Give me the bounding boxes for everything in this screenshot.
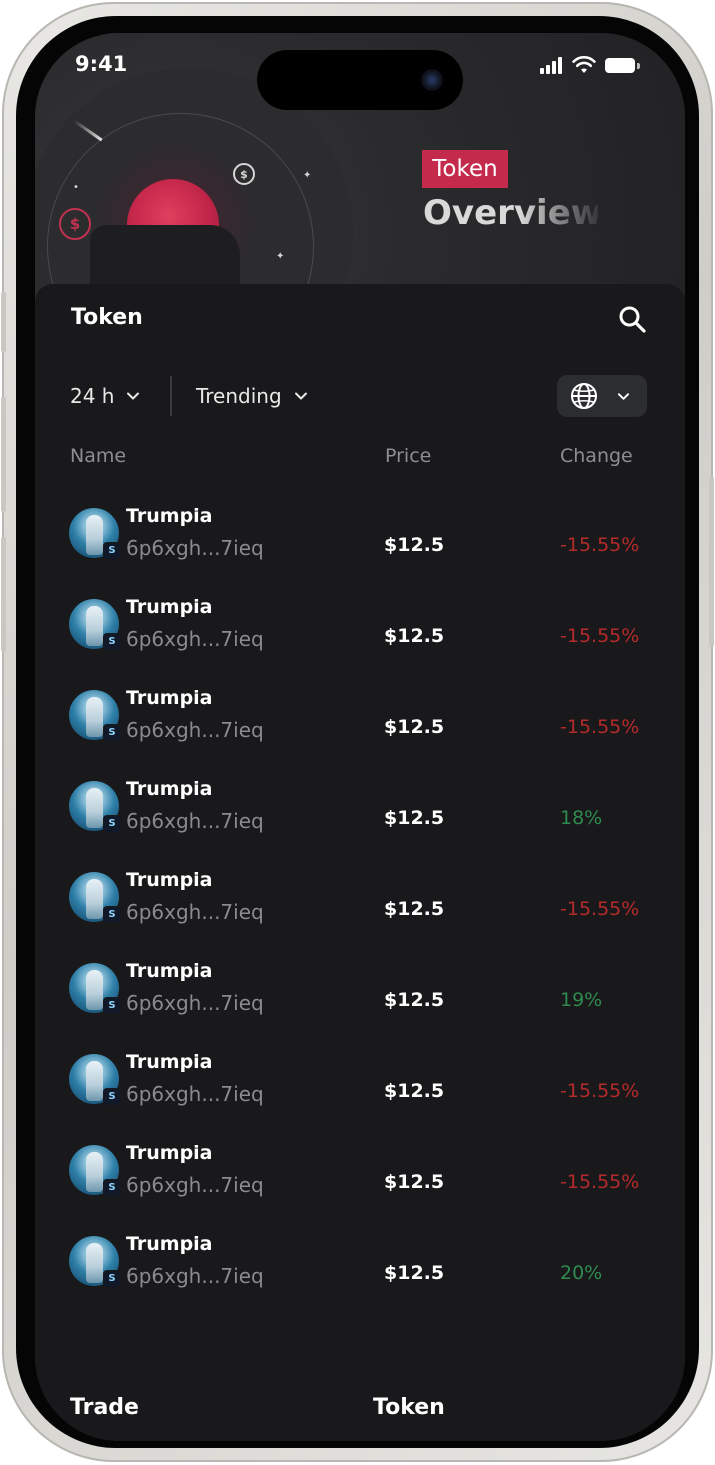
token-change: -15.55%: [560, 898, 640, 920]
token-address: 6p6xgh...7ieq: [126, 809, 264, 833]
dynamic-island: [257, 50, 463, 110]
token-row[interactable]: S Trumpia 6p6xgh...7ieq $12.5 -15.55%: [35, 585, 685, 676]
battery-tip: [637, 63, 640, 69]
token-address: 6p6xgh...7ieq: [126, 1264, 264, 1288]
token-address: 6p6xgh...7ieq: [126, 627, 264, 651]
token-price: $12.5: [384, 716, 445, 738]
filter-divider: [170, 376, 172, 416]
token-row[interactable]: S Trumpia 6p6xgh...7ieq $12.5 -15.55%: [35, 858, 685, 949]
token-address: 6p6xgh...7ieq: [126, 536, 264, 560]
period-filter-label: 24 h: [70, 384, 115, 408]
chevron-down-icon: [617, 393, 630, 400]
token-change: 18%: [560, 807, 603, 829]
token-row[interactable]: S Trumpia 6p6xgh...7ieq $12.5 -15.55%: [35, 1040, 685, 1131]
token-row[interactable]: S Trumpia 6p6xgh...7ieq $12.5 -15.55%: [35, 676, 685, 767]
token-change: -15.55%: [560, 716, 640, 738]
chevron-down-icon: [127, 392, 140, 400]
dollar-coin-icon: $: [233, 163, 255, 185]
status-bar: 9:41: [35, 33, 685, 110]
tab-trade[interactable]: Trade: [70, 1393, 139, 1423]
token-address: 6p6xgh...7ieq: [126, 718, 264, 742]
region-selector[interactable]: [557, 375, 647, 417]
token-row[interactable]: S Trumpia 6p6xgh...7ieq $12.5 19%: [35, 949, 685, 1040]
solana-icon: S: [103, 1088, 121, 1106]
token-price: $12.5: [384, 898, 445, 920]
solana-icon: S: [103, 724, 121, 742]
token-row[interactable]: S Trumpia 6p6xgh...7ieq $12.5 -15.55%: [35, 1131, 685, 1222]
token-price: $12.5: [384, 625, 445, 647]
front-camera: [421, 69, 443, 91]
token-name: Trumpia: [126, 687, 213, 709]
token-row[interactable]: S Trumpia 6p6xgh...7ieq $12.5 20%: [35, 1222, 685, 1313]
power-button: [709, 477, 714, 647]
token-address: 6p6xgh...7ieq: [126, 991, 264, 1015]
token-address: 6p6xgh...7ieq: [126, 1173, 264, 1197]
token-price: $12.5: [384, 1080, 445, 1102]
token-price: $12.5: [384, 807, 445, 829]
token-name: Trumpia: [126, 778, 213, 800]
token-name: Trumpia: [126, 505, 213, 527]
token-price: $12.5: [384, 534, 445, 556]
app-screen: $ $ • ✦ ✦ Token Overview 9:41 Token 24 h…: [35, 33, 685, 1441]
panel-title: Token: [71, 305, 143, 330]
token-row[interactable]: S Trumpia 6p6xgh...7ieq $12.5 18%: [35, 767, 685, 858]
token-change: -15.55%: [560, 1080, 640, 1102]
token-price: $12.5: [384, 1171, 445, 1193]
tab-token[interactable]: Token: [373, 1393, 445, 1423]
sort-filter-label: Trending: [196, 384, 282, 408]
chevron-down-icon: [294, 392, 307, 400]
token-name: Trumpia: [126, 1142, 213, 1164]
hero-title: Overview: [423, 193, 598, 233]
sparkle-icon: ✦: [303, 170, 312, 181]
token-name: Trumpia: [126, 960, 213, 982]
column-header-price: Price: [385, 445, 432, 467]
token-price: $12.5: [384, 1262, 445, 1284]
volume-down-button: [1, 537, 6, 652]
solana-icon: S: [103, 633, 121, 651]
token-change: 20%: [560, 1262, 603, 1284]
token-name: Trumpia: [126, 869, 213, 891]
token-change: -15.55%: [560, 625, 640, 647]
hero-tag: Token: [422, 150, 508, 188]
globe-icon: [571, 383, 597, 409]
token-row[interactable]: S Trumpia 6p6xgh...7ieq $12.5 -15.55%: [35, 494, 685, 585]
sparkle-icon: •: [73, 182, 79, 193]
token-name: Trumpia: [126, 596, 213, 618]
sparkle-icon: ✦: [276, 251, 285, 262]
column-header-change: Change: [560, 445, 633, 467]
token-address: 6p6xgh...7ieq: [126, 1082, 264, 1106]
sort-filter[interactable]: Trending: [196, 377, 308, 415]
solana-icon: S: [103, 997, 121, 1015]
solana-icon: S: [103, 1179, 121, 1197]
token-address: 6p6xgh...7ieq: [126, 900, 264, 924]
token-name: Trumpia: [126, 1233, 213, 1255]
dollar-coin-icon: $: [59, 208, 91, 240]
status-time: 9:41: [75, 52, 128, 76]
wifi-icon: [572, 55, 596, 73]
solana-icon: S: [103, 1270, 121, 1288]
volume-up-button: [1, 397, 6, 512]
mute-switch: [1, 292, 6, 352]
cellular-signal-icon: [540, 57, 566, 74]
solana-icon: S: [103, 906, 121, 924]
solana-icon: S: [103, 815, 121, 833]
search-icon[interactable]: [617, 304, 647, 334]
token-change: 19%: [560, 989, 603, 1011]
token-price: $12.5: [384, 989, 445, 1011]
column-header-name: Name: [70, 445, 127, 467]
token-name: Trumpia: [126, 1051, 213, 1073]
solana-icon: S: [103, 542, 121, 560]
period-filter[interactable]: 24 h: [70, 377, 140, 415]
phone-frame: $ $ • ✦ ✦ Token Overview 9:41 Token 24 h…: [1, 2, 714, 1462]
battery-icon: [605, 58, 635, 73]
token-change: -15.55%: [560, 1171, 640, 1193]
token-change: -15.55%: [560, 534, 640, 556]
